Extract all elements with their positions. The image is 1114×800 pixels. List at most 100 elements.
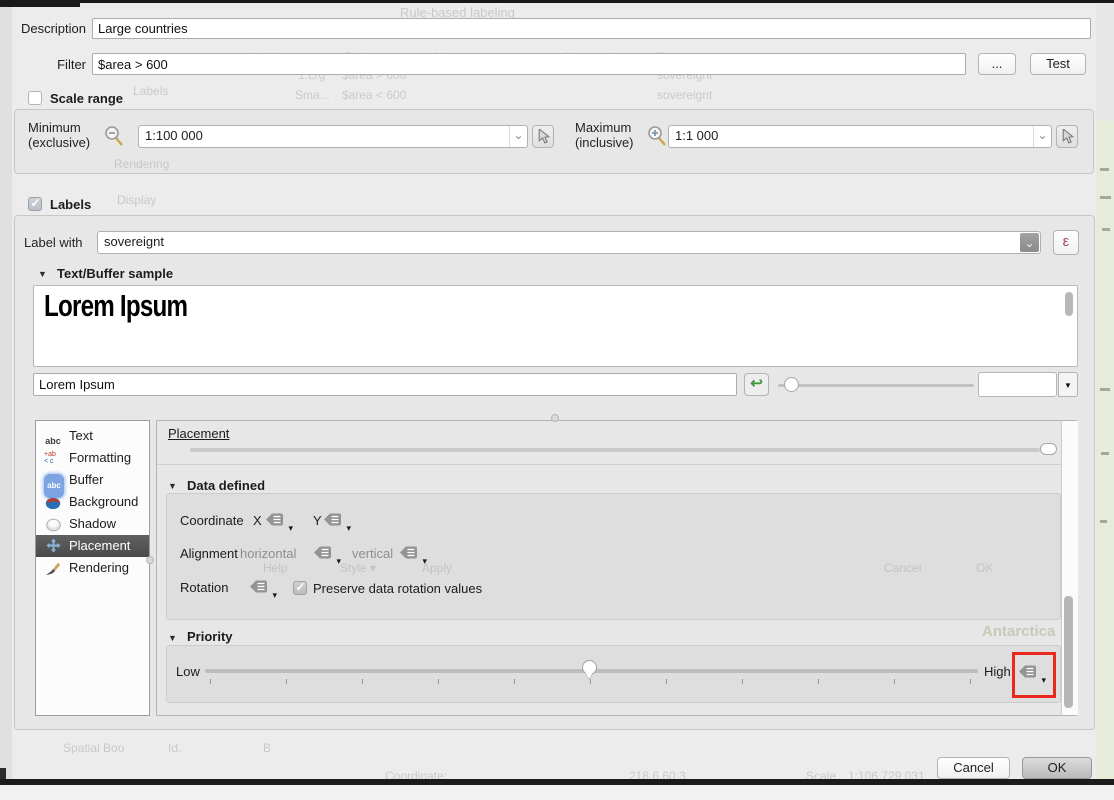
zoom-in-icon [645, 124, 669, 151]
below-screen-area [0, 785, 1114, 800]
data-defined-icon [266, 512, 284, 527]
priority-slider-handle[interactable] [582, 660, 597, 675]
sidebar-item-formatting[interactable]: +ab< c Formatting [36, 447, 149, 469]
sample-size-spinbox[interactable] [978, 372, 1057, 397]
sidebar-item-label: Background [69, 491, 138, 513]
map-edge [1096, 3, 1114, 779]
partial-slider-track[interactable] [190, 448, 1040, 452]
collapse-triangle-icon[interactable]: ▼ [38, 269, 47, 279]
rotation-label: Rotation [180, 580, 228, 595]
dropdown-arrow-icon: ▾ [288, 524, 293, 533]
filter-label: Filter [10, 57, 86, 72]
sample-preview-text: Lorem Ipsum [44, 288, 187, 324]
cancel-button[interactable]: Cancel [937, 757, 1010, 779]
text-buffer-sample-header[interactable]: Text/Buffer sample [57, 266, 173, 281]
priority-groupbox [166, 645, 1061, 703]
sidebar-item-text[interactable]: abc Text [36, 425, 149, 447]
chevron-down-icon[interactable]: ⌄ [1033, 126, 1051, 147]
left-edge-strip [0, 3, 12, 779]
sample-size-slider-track[interactable] [778, 384, 974, 387]
data-defined-icon [400, 545, 418, 560]
test-filter-button[interactable]: Test [1030, 53, 1086, 75]
undo-arrow-icon: ↩ [750, 375, 763, 392]
coordinate-x-label: X [253, 513, 262, 528]
preserve-rotation-checkbox[interactable] [293, 581, 307, 595]
sidebar-item-label: Rendering [69, 557, 129, 579]
sidebar-item-label: Formatting [69, 447, 131, 469]
sample-preview-area: Lorem Ipsum [33, 285, 1078, 367]
partial-slider-handle[interactable] [1040, 443, 1057, 455]
sidebar-item-buffer[interactable]: abc Buffer [36, 469, 149, 491]
priority-high-label: High [984, 664, 1011, 679]
sidebar-item-background[interactable]: Background [36, 491, 149, 513]
reset-sample-button[interactable]: ↩ [744, 373, 769, 396]
map-pointer-icon [1061, 129, 1074, 144]
rendering-brush-icon [44, 561, 62, 583]
priority-slider-ticks [210, 679, 972, 684]
top-left-edge [0, 0, 80, 7]
splitter-grip[interactable] [146, 556, 154, 564]
epsilon-icon: ε [1063, 233, 1070, 250]
minimum-scale-combobox[interactable]: 1:100 000 ⌄ [138, 125, 528, 148]
collapse-triangle-icon[interactable]: ▼ [168, 633, 177, 643]
alignment-vertical-label: vertical [352, 546, 393, 561]
ok-button[interactable]: OK [1022, 757, 1092, 779]
sidebar-item-shadow[interactable]: Shadow [36, 513, 149, 535]
chevron-down-icon[interactable]: ⌄ [1020, 233, 1039, 252]
label-with-combobox[interactable]: sovereignt ⌄ [97, 231, 1041, 254]
data-defined-icon [324, 512, 342, 527]
filter-expression-input[interactable] [92, 53, 966, 75]
priority-low-label: Low [176, 664, 200, 679]
alignment-horizontal-label: horizontal [240, 546, 296, 561]
coordinate-label: Coordinate [180, 513, 244, 528]
chevron-down-icon[interactable]: ⌄ [509, 126, 527, 147]
description-input[interactable] [92, 18, 1091, 39]
coordinate-y-label: Y [313, 513, 322, 528]
top-edge-bar [0, 0, 1114, 3]
dropdown-arrow-icon: ▾ [272, 591, 277, 600]
placement-title: Placement [168, 426, 229, 441]
label-with-value: sovereignt [104, 234, 164, 249]
rule-properties-dialog: Rule-based labelingLabelRuleMin. scaleMa… [0, 0, 1114, 800]
formatting-icon: +ab< c [44, 451, 62, 465]
sidebar-item-placement[interactable]: Placement [36, 535, 149, 557]
labels-label: Labels [50, 197, 91, 212]
collapse-triangle-icon[interactable]: ▼ [168, 481, 177, 491]
data-defined-override-button-valign[interactable]: ▾ [400, 543, 427, 564]
scale-range-label: Scale range [50, 91, 123, 106]
data-defined-override-button-rotation[interactable]: ▾ [250, 577, 277, 598]
dropdown-arrow-icon: ▾ [336, 557, 341, 566]
sidebar-item-label: Shadow [69, 513, 116, 535]
maximum-scale-value: 1:1 000 [675, 128, 718, 143]
data-defined-groupbox [166, 493, 1061, 620]
set-max-to-current-scale-button[interactable] [1056, 125, 1078, 148]
data-defined-icon [314, 545, 332, 560]
minimum-scale-value: 1:100 000 [145, 128, 203, 143]
data-defined-override-button-y[interactable]: ▾ [324, 510, 351, 531]
data-defined-header[interactable]: Data defined [187, 478, 265, 493]
labels-checkbox[interactable] [28, 197, 42, 211]
splitter-grip[interactable] [551, 414, 559, 422]
sidebar-item-label: Buffer [69, 469, 103, 491]
sample-text-input[interactable] [33, 373, 737, 396]
preserve-rotation-label: Preserve data rotation values [313, 581, 482, 596]
sidebar-item-label: Text [69, 425, 93, 447]
bottom-left-edge [0, 768, 6, 779]
data-defined-override-button-x[interactable]: ▾ [266, 510, 293, 531]
set-min-to-current-scale-button[interactable] [532, 125, 554, 148]
sample-size-dropdown-button[interactable]: ▼ [1058, 372, 1078, 397]
scale-range-checkbox[interactable] [28, 91, 42, 105]
zoom-out-icon [102, 124, 126, 151]
sidebar-item-rendering[interactable]: Rendering [36, 557, 149, 579]
maximum-scale-combobox[interactable]: 1:1 000 ⌄ [668, 125, 1052, 148]
sample-size-slider-handle[interactable] [784, 377, 799, 392]
priority-header[interactable]: Priority [187, 629, 233, 644]
panel-scrollbar-thumb[interactable] [1064, 596, 1073, 708]
sidebar-item-label: Placement [69, 535, 130, 557]
data-defined-override-button-halign[interactable]: ▾ [314, 543, 341, 564]
dropdown-arrow-icon: ▾ [422, 557, 427, 566]
expression-builder-button[interactable]: ... [978, 53, 1016, 75]
preview-scrollbar[interactable] [1065, 292, 1073, 316]
spin-arrow-icon: ▼ [1064, 381, 1072, 390]
expression-epsilon-button[interactable]: ε [1053, 230, 1079, 255]
